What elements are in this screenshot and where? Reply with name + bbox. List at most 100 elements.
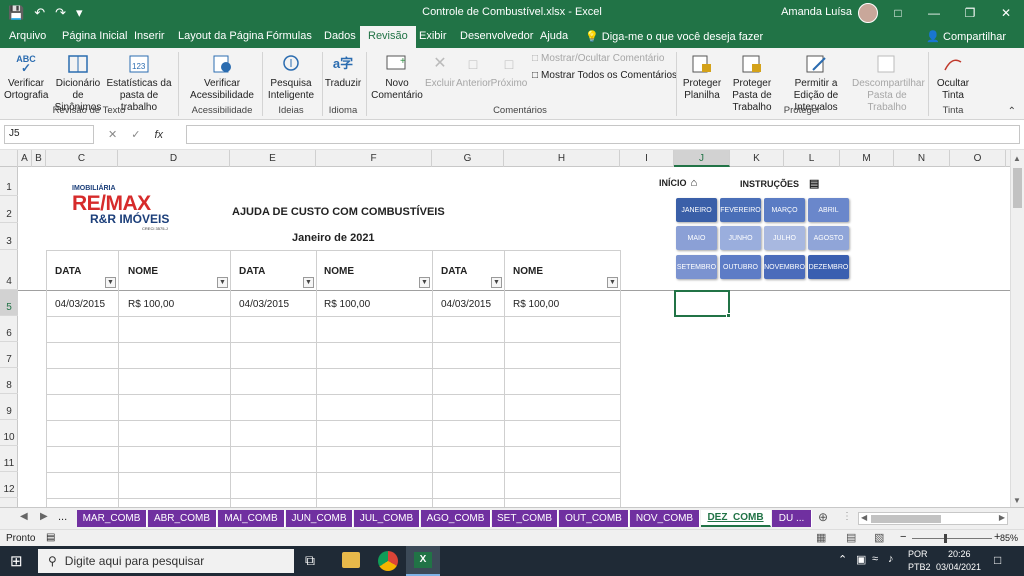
tab-desenvolvedor[interactable]: Desenvolvedor <box>460 30 533 42</box>
clock-time[interactable]: 20:26 <box>948 549 971 559</box>
cancel-icon[interactable]: ✕ <box>108 128 117 141</box>
taskbar-search[interactable]: ⚲ Digite aqui para pesquisar <box>38 549 294 573</box>
row-header[interactable]: 6 <box>0 316 18 342</box>
tray-chevron-icon[interactable]: ⌃ <box>838 553 847 566</box>
scroll-down-icon[interactable]: ▼ <box>1013 496 1021 505</box>
file-explorer-icon[interactable] <box>342 552 360 568</box>
ribbon-display-icon[interactable]: □ <box>880 0 916 26</box>
column-header[interactable]: D <box>118 150 230 167</box>
enter-icon[interactable]: ✓ <box>131 128 140 141</box>
zoom-level[interactable]: 85% <box>1000 533 1018 543</box>
close-icon[interactable]: ✕ <box>988 0 1024 26</box>
new-comment-button[interactable]: + Novo Comentário <box>370 52 424 102</box>
insert-function-icon[interactable]: fx <box>154 129 163 141</box>
filter-dropdown-icon[interactable]: ▼ <box>491 277 502 288</box>
sheet-tab-abr[interactable]: ABR_COMB <box>148 510 217 527</box>
wifi-icon[interactable]: ≈ <box>872 553 878 565</box>
normal-view-icon[interactable]: ▦ <box>816 531 826 544</box>
collapse-ribbon-icon[interactable]: ⌃ <box>1008 106 1016 117</box>
sheet-tab-dez[interactable]: DEZ_COMB <box>701 510 771 527</box>
sheet-tab-jun[interactable]: JUN_COMB <box>286 510 353 527</box>
zoom-out-icon[interactable]: − <box>900 531 906 543</box>
month-button-outubro[interactable]: OUTUBRO <box>720 255 761 279</box>
sheet-tab-mar[interactable]: MAR_COMB <box>77 510 147 527</box>
translate-button[interactable]: a字 Traduzir <box>324 52 362 90</box>
tell-me-box[interactable]: 💡 Diga-me o que você deseja fazer <box>585 30 763 43</box>
column-header[interactable]: C <box>46 150 118 167</box>
row-header[interactable]: 1 <box>0 167 18 196</box>
sheet-tab-set[interactable]: SET_COMB <box>492 510 558 527</box>
filter-dropdown-icon[interactable]: ▼ <box>607 277 618 288</box>
sheet-tab-more[interactable]: DU ... <box>772 510 812 527</box>
tab-split-handle[interactable]: ⋮ <box>842 511 852 522</box>
previous-comment-button[interactable]: □ Anterior <box>456 52 491 90</box>
row-header[interactable]: 3 <box>0 223 18 250</box>
show-hide-comment-button[interactable]: □ Mostrar/Ocultar Comentário <box>532 53 664 64</box>
tab-layout[interactable]: Layout da Página <box>178 30 264 42</box>
check-accessibility-button[interactable]: Verificar Acessibilidade <box>186 52 258 102</box>
notifications-icon[interactable]: □ <box>994 553 1001 567</box>
column-header[interactable]: M <box>840 150 894 167</box>
column-header[interactable]: N <box>894 150 950 167</box>
cell-value[interactable]: R$ 100,00 <box>513 299 559 310</box>
sheet-tab-mai[interactable]: MAI_COMB <box>218 510 285 527</box>
column-header[interactable]: O <box>950 150 1006 167</box>
scroll-up-icon[interactable]: ▲ <box>1013 154 1021 163</box>
show-all-comments-button[interactable]: □ Mostrar Todos os Comentários <box>532 70 677 81</box>
cell-value[interactable]: R$ 100,00 <box>128 299 174 310</box>
row-header-selected[interactable]: 5 <box>0 290 18 316</box>
macro-record-icon[interactable]: ▤ <box>46 532 55 543</box>
month-button-novembro[interactable]: NOVEMBRO <box>764 255 805 279</box>
delete-comment-button[interactable]: ✕ Excluir <box>424 52 456 90</box>
formula-input[interactable] <box>186 125 1020 144</box>
row-header[interactable]: 4 <box>0 250 18 290</box>
smart-lookup-button[interactable]: Pesquisa Inteligente <box>266 52 316 102</box>
filter-dropdown-icon[interactable]: ▼ <box>217 277 228 288</box>
tab-dados[interactable]: Dados <box>324 30 356 42</box>
protect-sheet-button[interactable]: Proteger Planilha <box>680 52 724 102</box>
avatar[interactable] <box>858 3 878 23</box>
row-header[interactable]: 7 <box>0 342 18 368</box>
month-button-setembro[interactable]: SETEMBRO <box>676 255 717 279</box>
hscroll-thumb[interactable] <box>871 515 941 523</box>
input-language[interactable]: POR <box>908 549 928 559</box>
column-header[interactable]: B <box>32 150 46 167</box>
horizontal-scrollbar[interactable]: ◀ ▶ <box>858 512 1008 525</box>
column-header[interactable]: L <box>784 150 840 167</box>
sheet-tab-out[interactable]: OUT_COMB <box>559 510 629 527</box>
inicio-link[interactable]: INÍCIO ⌂ <box>659 177 697 189</box>
row-header[interactable]: 11 <box>0 446 18 472</box>
row-header[interactable]: 12 <box>0 472 18 498</box>
scrollbar-thumb[interactable] <box>1013 168 1022 208</box>
add-sheet-icon[interactable]: ⊕ <box>818 510 828 524</box>
cell-date[interactable]: 04/03/2015 <box>441 299 491 310</box>
next-comment-button[interactable]: □ Próximo <box>490 52 528 90</box>
filter-dropdown-icon[interactable]: ▼ <box>105 277 116 288</box>
instrucoes-link[interactable]: INSTRUÇÕES ▤ <box>740 177 819 190</box>
column-header[interactable]: H <box>504 150 620 167</box>
row-header[interactable]: 9 <box>0 394 18 420</box>
tab-revisao[interactable]: Revisão <box>360 26 416 48</box>
minimize-icon[interactable]: — <box>916 0 952 26</box>
clock-date[interactable]: 03/04/2021 <box>936 562 981 572</box>
scroll-right-icon[interactable]: ▶ <box>999 513 1005 522</box>
windows-start-icon[interactable]: ⊞ <box>10 552 23 570</box>
filter-dropdown-icon[interactable]: ▼ <box>303 277 314 288</box>
cell-date[interactable]: 04/03/2015 <box>239 299 289 310</box>
row-header[interactable]: 10 <box>0 420 18 446</box>
hide-ink-button[interactable]: Ocultar Tinta <box>932 52 974 102</box>
month-button-janeiro[interactable]: JANEIRO <box>676 198 717 222</box>
month-button-julho[interactable]: JULHO <box>764 226 805 250</box>
tab-pagina-inicial[interactable]: Página Inicial <box>62 30 127 42</box>
month-button-fevereiro[interactable]: FEVEREIRO <box>720 198 761 222</box>
sheet-tab-ago[interactable]: AGO_COMB <box>421 510 491 527</box>
column-header-selected[interactable]: J <box>674 150 730 167</box>
task-view-icon[interactable]: ⧉ <box>305 552 315 569</box>
page-break-view-icon[interactable]: ▧ <box>874 531 884 544</box>
month-button-agosto[interactable]: AGOSTO <box>808 226 849 250</box>
sheet-tab-jul[interactable]: JUL_COMB <box>354 510 420 527</box>
column-header[interactable]: A <box>18 150 32 167</box>
tab-formulas[interactable]: Fórmulas <box>266 30 312 42</box>
chrome-icon[interactable] <box>378 551 398 571</box>
cell-value[interactable]: R$ 100,00 <box>324 299 370 310</box>
